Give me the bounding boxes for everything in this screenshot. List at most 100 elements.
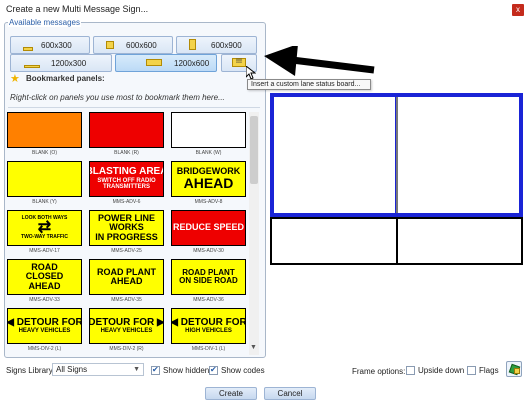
flags-checkbox[interactable] <box>467 366 476 375</box>
sign-line: ON SIDE ROAD <box>179 276 238 285</box>
bookmarked-title: Bookmarked panels: <box>26 74 105 83</box>
sign-options-icon-accent <box>514 368 520 374</box>
sign-code: BLANK (W) <box>195 150 222 156</box>
sign-face <box>7 112 82 148</box>
sign-code: MMS-ADV-6 <box>112 199 141 205</box>
show-codes-label: Show codes <box>221 366 265 375</box>
sign-line: IN PROGRESS <box>95 231 158 242</box>
panel-size-icon <box>24 65 40 68</box>
size-600x600-button[interactable]: 600x600 <box>93 36 173 54</box>
signs-library-label: Signs Library: <box>6 366 55 375</box>
title-bar: Create a new Multi Message Sign... x <box>0 0 530 20</box>
size-1200x300-button[interactable]: 1200x300 <box>10 54 112 72</box>
sign-code: MMS-DIV-2 (L) <box>27 346 62 352</box>
sign-line: AHEAD <box>183 175 234 192</box>
panel-size-icon <box>146 59 162 66</box>
size-label: 1200x300 <box>51 59 87 68</box>
sign-code: MMS-ADV-30 <box>193 248 224 254</box>
bookmarked-hint: Right-click on panels you use most to bo… <box>10 93 225 102</box>
signs-library-value: All Signs <box>56 365 88 374</box>
size-label: 1200x600 <box>174 59 210 68</box>
cancel-button[interactable]: Cancel <box>264 387 316 400</box>
size-600x300-button[interactable]: 600x300 <box>10 36 90 54</box>
panel-size-icon <box>23 47 33 51</box>
sign-line: BLASTING AREA <box>89 166 164 178</box>
sign-line: ◀ DETOUR FOR <box>171 316 246 328</box>
signs-library-select[interactable]: All Signs ▼ <box>52 363 144 376</box>
sign-face: POWER LINE WORKS IN PROGRESS <box>89 210 164 246</box>
sign-code: MMS-ADV-8 <box>194 199 223 205</box>
sign-line: ◀ DETOUR FOR <box>7 316 82 328</box>
sign-code: MMS-ADV-36 <box>193 297 224 303</box>
sign-face: REDUCE SPEED <box>171 210 246 246</box>
preview-divider <box>396 97 398 213</box>
sign-line: AHEAD <box>28 280 61 291</box>
preview-panel[interactable] <box>272 219 396 263</box>
sign-code: MMS-ADV-25 <box>111 248 142 254</box>
dialog-window: Create a new Multi Message Sign... x Ava… <box>0 0 530 400</box>
show-hidden-checkbox[interactable] <box>151 365 160 375</box>
sign-code: BLANK (Y) <box>32 199 57 205</box>
panel-size-icon <box>189 39 196 50</box>
create-button[interactable]: Create <box>205 387 257 400</box>
signs-grid: BLANK (O) BLANK (R) BLANK (W) BLANK (Y) … <box>7 112 247 355</box>
size-label: 600x300 <box>41 41 72 50</box>
flags-label: Flags <box>479 366 499 375</box>
size-label: 600x600 <box>126 41 157 50</box>
sign-face: ◀ DETOUR FOR HEAVY VEHICLES <box>7 308 82 344</box>
preview-panel[interactable] <box>398 219 521 263</box>
window-title: Create a new Multi Message Sign... <box>6 4 149 14</box>
sign-line: HEAVY VEHICLES <box>100 328 153 335</box>
tooltip: Insert a custom lane status board... <box>247 79 371 90</box>
upside-down-label: Upside down <box>418 366 465 375</box>
sign-face: BLASTING AREA SWITCH OFF RADIO TRANSMITT… <box>89 161 164 197</box>
sign-face: ROAD CLOSED AHEAD <box>7 259 82 295</box>
divider <box>8 107 260 108</box>
close-button[interactable]: x <box>512 4 524 16</box>
size-600x900-button[interactable]: 600x900 <box>176 36 257 54</box>
size-1200x600-button[interactable]: 1200x600 <box>115 54 217 72</box>
star-icon: ★ <box>10 73 20 85</box>
sign-line: DETOUR FOR ▶ <box>89 316 164 328</box>
sign-code: MMS-ADV-35 <box>111 297 142 303</box>
frame-options-label: Frame options: <box>352 367 406 376</box>
sign-face <box>89 112 164 148</box>
preview-panel[interactable] <box>274 97 395 213</box>
lane-status-icon: !!! <box>232 58 246 67</box>
sign-code: BLANK (R) <box>114 150 139 156</box>
sign-face: ROAD PLANT AHEAD <box>89 259 164 295</box>
sign-line: REDUCE SPEED <box>172 222 244 233</box>
sign-line: ⇄ <box>37 218 52 236</box>
sign-face: ◀ DETOUR FOR HIGH VEHICLES <box>171 308 246 344</box>
mouse-cursor-icon <box>246 66 256 80</box>
scroll-down-icon[interactable]: ▼ <box>250 344 257 351</box>
sign-code: MMS-DIV-2 (R) <box>109 346 144 352</box>
sign-code: MMS-ADV-17 <box>29 248 60 254</box>
sign-code: BLANK (O) <box>31 150 57 156</box>
sign-face: LOOK BOTH WAYS ⇄ TWO-WAY TRAFFIC <box>7 210 82 246</box>
sign-face: BRIDGEWORK AHEAD <box>171 161 246 197</box>
show-codes-checkbox[interactable] <box>209 365 218 375</box>
signs-scrollbar[interactable]: ▼ <box>249 112 259 355</box>
sign-line: AHEAD <box>110 276 143 286</box>
sign-preview <box>270 93 523 265</box>
sign-code: MMS-DIV-1 (L) <box>191 346 226 352</box>
chevron-down-icon: ▼ <box>133 366 140 373</box>
sign-face <box>7 161 82 197</box>
preview-panel[interactable] <box>398 97 519 213</box>
sign-face <box>171 112 246 148</box>
sign-line: TWO-WAY TRAFFIC <box>21 234 68 241</box>
sign-face: ROAD PLANT ON SIDE ROAD <box>171 259 246 295</box>
panel-size-icon <box>106 41 114 49</box>
panel-legend: Available messages <box>8 18 82 27</box>
sign-code: MMS-ADV-33 <box>29 297 60 303</box>
show-hidden-label: Show hidden <box>163 366 210 375</box>
size-label: 600x900 <box>211 41 242 50</box>
scrollbar-thumb[interactable] <box>250 116 258 184</box>
sign-options-button[interactable] <box>506 361 522 377</box>
sign-line: HEAVY VEHICLES <box>18 328 71 335</box>
upside-down-checkbox[interactable] <box>406 366 415 375</box>
sign-face: DETOUR FOR ▶ HEAVY VEHICLES <box>89 308 164 344</box>
sign-line: TRANSMITTERS <box>103 184 150 191</box>
sign-line: HIGH VEHICLES <box>185 328 232 335</box>
